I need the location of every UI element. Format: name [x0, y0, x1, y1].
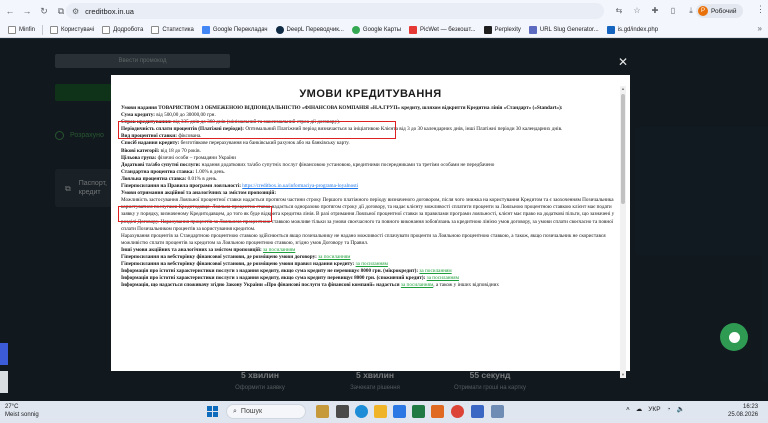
reload-icon[interactable]: ↻	[37, 4, 51, 18]
scroll-down-icon[interactable]: ▼	[620, 372, 626, 378]
weather-widget[interactable]: 27°C Meist sonnig	[5, 404, 39, 419]
bookmark-url-slug[interactable]: URL Slug Generator...	[525, 23, 603, 37]
menu-icon[interactable]: ⋮	[756, 4, 765, 15]
bookmark-users[interactable]: Користувачі	[46, 23, 98, 37]
system-tray: ˄ ☁ УКР ◔ 🔈	[626, 405, 685, 414]
perplexity-icon	[483, 25, 492, 34]
loyalty-link[interactable]: https://creditbox.in.ua/informaciya-prog…	[242, 183, 358, 189]
bookmark-picwet[interactable]: PicWet — безкошт...	[405, 23, 479, 37]
url-text: creditbox.in.ua	[85, 6, 134, 16]
bookmark-dodrobota[interactable]: Додробота	[98, 23, 147, 37]
chevron-up-icon[interactable]: ˄	[626, 406, 630, 413]
bookmark-google-maps[interactable]: Google Карты	[348, 23, 405, 37]
address-bar[interactable]: ⚙ creditbox.in.ua	[66, 3, 604, 19]
term-row: Лояльна процентна ставка: 0.01% в день.	[121, 175, 218, 182]
deepl-icon	[275, 25, 284, 34]
bookmarks-overflow-icon[interactable]: »	[758, 24, 762, 33]
terms-link[interactable]: за посиланням	[263, 247, 295, 253]
cloud-icon[interactable]: ☁	[636, 405, 643, 413]
folder-icon	[102, 25, 111, 34]
modal-body: Умови надання ТОВАРИСТВОМ З ОБМЕЖЕНОЮ ВІ…	[121, 105, 618, 367]
term-row: Стандартна процентна ставка: 1.00% в ден…	[121, 168, 226, 175]
bookmarks-bar: Minfin Користувачі Додробота Статистика …	[0, 22, 768, 38]
bookmark-perplexity[interactable]: Perplexity	[480, 23, 525, 37]
modal-scrollbar[interactable]: ▲ ▼	[620, 86, 626, 378]
highlight-box	[118, 206, 272, 222]
folder-icon	[8, 25, 16, 34]
term-row: Цільова група: фізичні особи – громадяни…	[121, 154, 236, 161]
task-view-icon[interactable]	[336, 405, 349, 418]
microcredit-link[interactable]: за посиланням	[419, 268, 451, 274]
folder-icon	[50, 25, 59, 34]
sidebar-icon[interactable]: ▯	[666, 3, 680, 19]
widgets-icon[interactable]	[316, 405, 329, 418]
isgd-icon	[606, 25, 615, 34]
link-row: Гіперпосилання на вебсторінку фінансової…	[121, 253, 351, 260]
chat-icon	[728, 331, 740, 343]
other-row: Інші умови акційних та аналогічних за зм…	[121, 246, 296, 253]
term-row: Додаткові та/або супутні послуги: наданн…	[121, 161, 495, 168]
close-icon[interactable]: ✕	[618, 55, 628, 69]
credit-terms-modal: УМОВИ КРЕДИТУВАННЯ Умови надання ТОВАРИС…	[111, 75, 630, 371]
taskbar-search[interactable]: ⌕ Пошук	[226, 404, 306, 419]
chat-button[interactable]	[720, 323, 748, 351]
slug-icon	[528, 25, 537, 34]
bookmark-google-translate[interactable]: Google Перекладач	[198, 23, 272, 37]
taskbar: 27°C Meist sonnig ⌕ Пошук ˄ ☁ УКР ◔ 🔈 16…	[0, 401, 768, 423]
app-icon[interactable]	[431, 405, 444, 418]
avatar: Р	[698, 6, 708, 16]
edge-icon[interactable]	[355, 405, 368, 418]
back-icon[interactable]: ←	[3, 4, 17, 18]
excel-icon[interactable]	[412, 405, 425, 418]
profile-button[interactable]: Р Робочий	[696, 4, 743, 18]
consumer-credit-link[interactable]: за посиланням	[427, 275, 459, 281]
start-icon[interactable]	[207, 406, 218, 417]
contract-link[interactable]: за посиланням	[318, 254, 350, 260]
page-content: Ввести промокод Розрахуно ⧉ Паспорт, кре…	[0, 39, 768, 401]
chrome-icon[interactable]	[451, 405, 464, 418]
clock[interactable]: 16:23 25.08.2026	[728, 404, 758, 419]
side-widget[interactable]	[0, 339, 12, 399]
term-row: Вікові категорії: від 18 до 70 років.	[121, 147, 201, 154]
bookmark-deepl[interactable]: DeepL Переводчик...	[272, 23, 348, 37]
scroll-thumb[interactable]	[621, 94, 625, 204]
file-explorer-icon[interactable]	[374, 405, 387, 418]
rules-link[interactable]: за посиланням	[356, 261, 388, 267]
site-info-icon[interactable]: ⚙	[72, 7, 79, 16]
term-row: Спосіб надання кредиту: безготівкове пер…	[121, 140, 350, 147]
app-icon[interactable]	[491, 405, 504, 418]
forward-icon[interactable]: →	[20, 4, 34, 18]
language-indicator[interactable]: УКР	[648, 406, 660, 413]
store-icon[interactable]	[393, 405, 406, 418]
highlight-box	[118, 121, 396, 139]
bookmark-minfin[interactable]: Minfin	[4, 23, 39, 37]
paragraph: Нарахування процентів за Стандартною про…	[121, 232, 606, 246]
translate-icon	[201, 25, 210, 34]
bookmark-stats[interactable]: Статистика	[147, 23, 198, 37]
map-pin-icon	[351, 25, 360, 34]
picwet-icon	[409, 25, 418, 34]
profile-name: Робочий	[711, 7, 737, 15]
folder-icon	[151, 25, 160, 34]
app-icon[interactable]	[471, 405, 484, 418]
terms-heading: Умови отримання акційної та аналогічних …	[121, 190, 277, 197]
intro-text: Умови надання ТОВАРИСТВОМ З ОБМЕЖЕНОЮ ВІ…	[121, 105, 563, 111]
bookmark-isgd[interactable]: is.gd/index.php	[603, 23, 662, 37]
scroll-up-icon[interactable]: ▲	[620, 86, 626, 92]
extensions-icon[interactable]: ✚	[648, 3, 662, 19]
translate-icon[interactable]: ⇆	[612, 3, 626, 19]
volume-icon[interactable]: 🔈	[677, 405, 685, 413]
modal-title: УМОВИ КРЕДИТУВАННЯ	[299, 88, 442, 100]
wifi-icon[interactable]: ◔	[667, 406, 671, 413]
link-row: Інформація, що надається споживачу згідн…	[121, 282, 500, 289]
search-icon: ⌕	[233, 407, 237, 415]
law-info-link[interactable]: за посиланням	[401, 282, 433, 288]
bookmark-star-icon[interactable]: ☆	[630, 3, 644, 19]
